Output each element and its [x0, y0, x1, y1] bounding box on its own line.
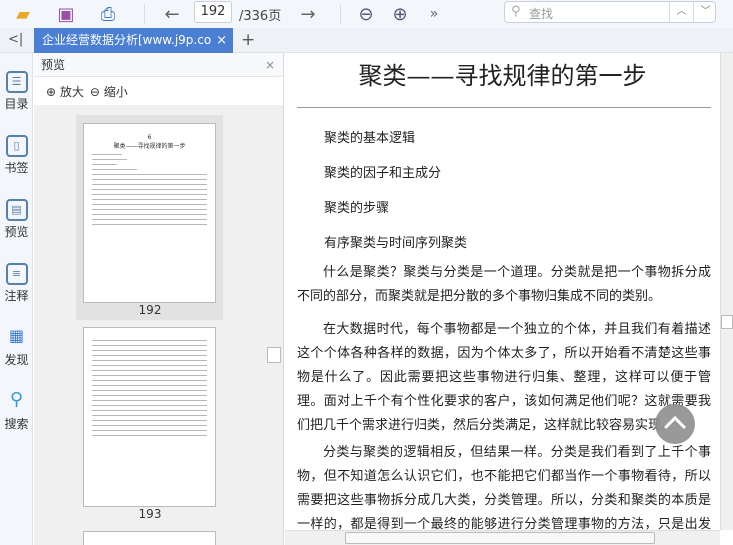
rail-preview[interactable]: ▤ 预览 [0, 199, 33, 240]
rail-label: 搜索 [4, 417, 29, 431]
rail-label: 发现 [4, 353, 29, 367]
toc-icon: ☰ [5, 71, 28, 93]
rail-toc[interactable]: ☰ 目录 [0, 71, 33, 112]
page-number-input[interactable]: 192 [194, 1, 232, 23]
preview-scrollbar[interactable] [266, 105, 283, 545]
preview-panel: 预览 × ⊕ 放大 ⊖ 缩小 6 聚类——寻找规律的第一步 192 193 [34, 53, 284, 545]
search-prev-button[interactable]: ︿ [669, 2, 693, 22]
tab-close-icon[interactable]: × [212, 28, 227, 53]
document-view: 聚类——寻找规律的第一步 聚类的基本逻辑 聚类的因子和主成分 聚类的步骤 有序聚… [285, 53, 720, 530]
subheading: 有序聚类与时间序列聚类 [324, 236, 468, 251]
document-hscrollbar[interactable] [285, 530, 720, 545]
paragraph: 在大数据时代，每个事物都是一个独立的个体，并且我们有着描述这个个体各种各样的数据… [297, 322, 711, 433]
prev-page-icon[interactable]: ← [160, 2, 184, 26]
paragraph: 什么是聚类？聚类与分类是一个道理。分类就是把一个事物拆分成不同的部分，而聚类就是… [297, 265, 711, 304]
collapse-sidebar-button[interactable]: <| [8, 32, 23, 47]
rail-discover[interactable]: ▦ 发现 [0, 327, 33, 368]
thumbnail-list: 6 聚类——寻找规律的第一步 192 193 [34, 105, 266, 545]
subheading: 聚类的步骤 [324, 201, 390, 216]
more-icon[interactable]: » [424, 2, 444, 26]
save-icon[interactable]: ▣ [54, 2, 78, 26]
preview-icon: ▤ [5, 199, 28, 221]
rail-label: 目录 [4, 97, 29, 111]
scrollbar-thumb[interactable] [345, 532, 655, 544]
rail-label: 书签 [4, 161, 29, 175]
search-input[interactable]: 查找 [529, 5, 553, 22]
zoom-in-icon[interactable]: ⊕ [388, 2, 412, 26]
paragraph: 分类与聚类的逻辑相反，但结果一样。分类是我们看到了上千个事物，但不知道怎么认识它… [297, 445, 711, 530]
zoom-in-label: 放大 [59, 84, 84, 99]
left-rail: ☰ 目录 ▯ 书签 ▤ 预览 ≡ 注释 ▦ 发现 ⚲ 搜索 [0, 53, 33, 545]
tab-document[interactable]: 企业经营数据分析[www.j9p.com] × [34, 28, 233, 53]
scrollbar-thumb[interactable] [721, 315, 733, 329]
next-page-icon[interactable]: → [296, 2, 320, 26]
thumb-zoom-in-button[interactable]: ⊕ 放大 [46, 83, 84, 100]
tab-bar: <| 企业经营数据分析[www.j9p.com] × + [0, 28, 733, 53]
rail-bookmarks[interactable]: ▯ 书签 [0, 135, 33, 176]
zoom-out-icon[interactable]: ⊖ [354, 2, 378, 26]
search-icon: ⚲ [9, 389, 24, 410]
open-folder-icon[interactable]: ▰ [10, 2, 36, 26]
toolbar: ▰ ▣ ⎙ ← 192 /336页 → ⊖ ⊕ » ⚲ 查找 ︿ ﹀ [0, 0, 733, 28]
thumbnail-page[interactable] [83, 531, 216, 545]
rail-search[interactable]: ⚲ 搜索 [0, 391, 33, 432]
search-box[interactable]: ⚲ 查找 ︿ ﹀ [504, 1, 716, 23]
scrollbar-thumb[interactable] [267, 347, 281, 363]
chapter-title: 聚类——寻找规律的第一步 [358, 62, 647, 90]
thumbnail-page-192[interactable]: 6 聚类——寻找规律的第一步 [83, 123, 216, 303]
document-vscrollbar[interactable] [720, 53, 733, 530]
annotation-icon: ≡ [5, 263, 28, 285]
zoom-out-label: 缩小 [103, 84, 128, 99]
search-icon: ⚲ [511, 4, 521, 19]
subheading: 聚类的基本逻辑 [324, 131, 416, 146]
rail-label: 注释 [4, 289, 29, 303]
thumbnail-label: 192 [138, 303, 162, 317]
thumb-zoom-out-button[interactable]: ⊖ 缩小 [90, 83, 128, 100]
preview-title: 预览 [41, 58, 66, 72]
new-tab-button[interactable]: + [241, 30, 255, 50]
bookmark-icon: ▯ [5, 135, 28, 157]
thumbnail-page-193[interactable] [83, 327, 216, 507]
tab-title: 企业经营数据分析[www.j9p.com] [42, 33, 228, 47]
search-next-button[interactable]: ﹀ [693, 2, 717, 22]
zoom-out-icon: ⊖ [89, 84, 100, 99]
scroll-to-top-button[interactable] [655, 404, 695, 444]
discover-icon: ▦ [8, 326, 25, 345]
rail-label: 预览 [4, 225, 29, 239]
print-icon[interactable]: ⎙ [96, 2, 120, 26]
subheading: 聚类的因子和主成分 [324, 166, 442, 181]
page-total: /336页 [239, 9, 282, 24]
thumbnail-label: 193 [138, 507, 162, 521]
zoom-in-icon: ⊕ [46, 84, 57, 99]
rail-annotations[interactable]: ≡ 注释 [0, 263, 33, 304]
preview-close-icon[interactable]: × [265, 53, 275, 77]
chevron-up-icon [663, 415, 687, 430]
